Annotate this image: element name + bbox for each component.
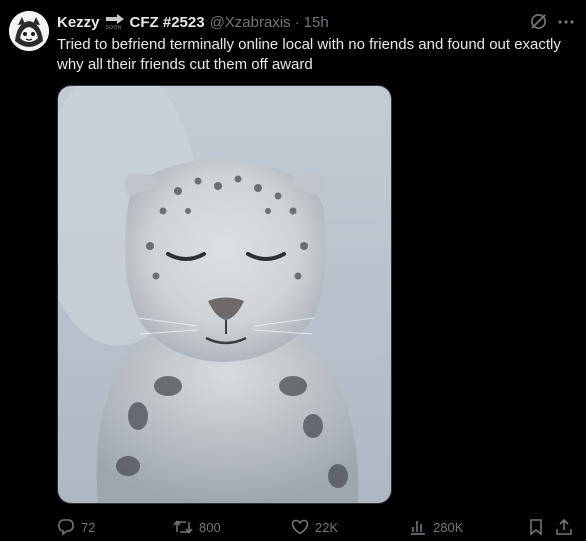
heart-icon	[291, 519, 309, 535]
bookmark-icon	[530, 519, 542, 536]
grok-icon[interactable]	[529, 12, 548, 31]
repost-count: 800	[199, 519, 221, 535]
user-handle[interactable]: @Xzabraxis	[210, 14, 291, 31]
bookmark-button[interactable]	[527, 516, 545, 538]
like-count: 22K	[315, 519, 339, 535]
like-button[interactable]: 22K	[291, 516, 338, 538]
tweet-text: Tried to befriend terminally online loca…	[57, 36, 561, 73]
views-count: 280K	[433, 519, 464, 535]
reply-count: 72	[81, 519, 96, 535]
share-icon	[556, 518, 572, 535]
share-button[interactable]	[555, 516, 573, 538]
views-icon	[411, 521, 425, 535]
soon-badge: SOON	[104, 13, 126, 31]
repost-button[interactable]: 800	[173, 516, 221, 538]
tweet: Kezzy SOON CFZ #2523 @Xzabraxis · 15h Tr…	[0, 0, 586, 541]
reply-icon	[58, 519, 74, 536]
timestamp[interactable]: 15h	[304, 14, 329, 31]
display-name[interactable]: Kezzy	[57, 14, 100, 31]
snow-leopard-image	[58, 86, 391, 503]
repost-icon	[173, 520, 193, 534]
display-name-suffix[interactable]: CFZ #2523	[130, 14, 205, 31]
reply-button[interactable]: 72	[57, 516, 95, 538]
views-button[interactable]: 280K	[409, 516, 463, 538]
tweet-header: Kezzy SOON CFZ #2523 @Xzabraxis · 15h	[57, 12, 329, 32]
arrow-right-icon	[105, 14, 124, 24]
tweet-actions: 72 800 22K 280K	[57, 516, 577, 538]
separator-dot: ·	[294, 13, 300, 31]
avatar[interactable]	[9, 11, 49, 51]
soon-label: SOON	[105, 25, 122, 31]
tweet-media[interactable]	[57, 85, 392, 504]
more-icon[interactable]	[556, 12, 576, 32]
